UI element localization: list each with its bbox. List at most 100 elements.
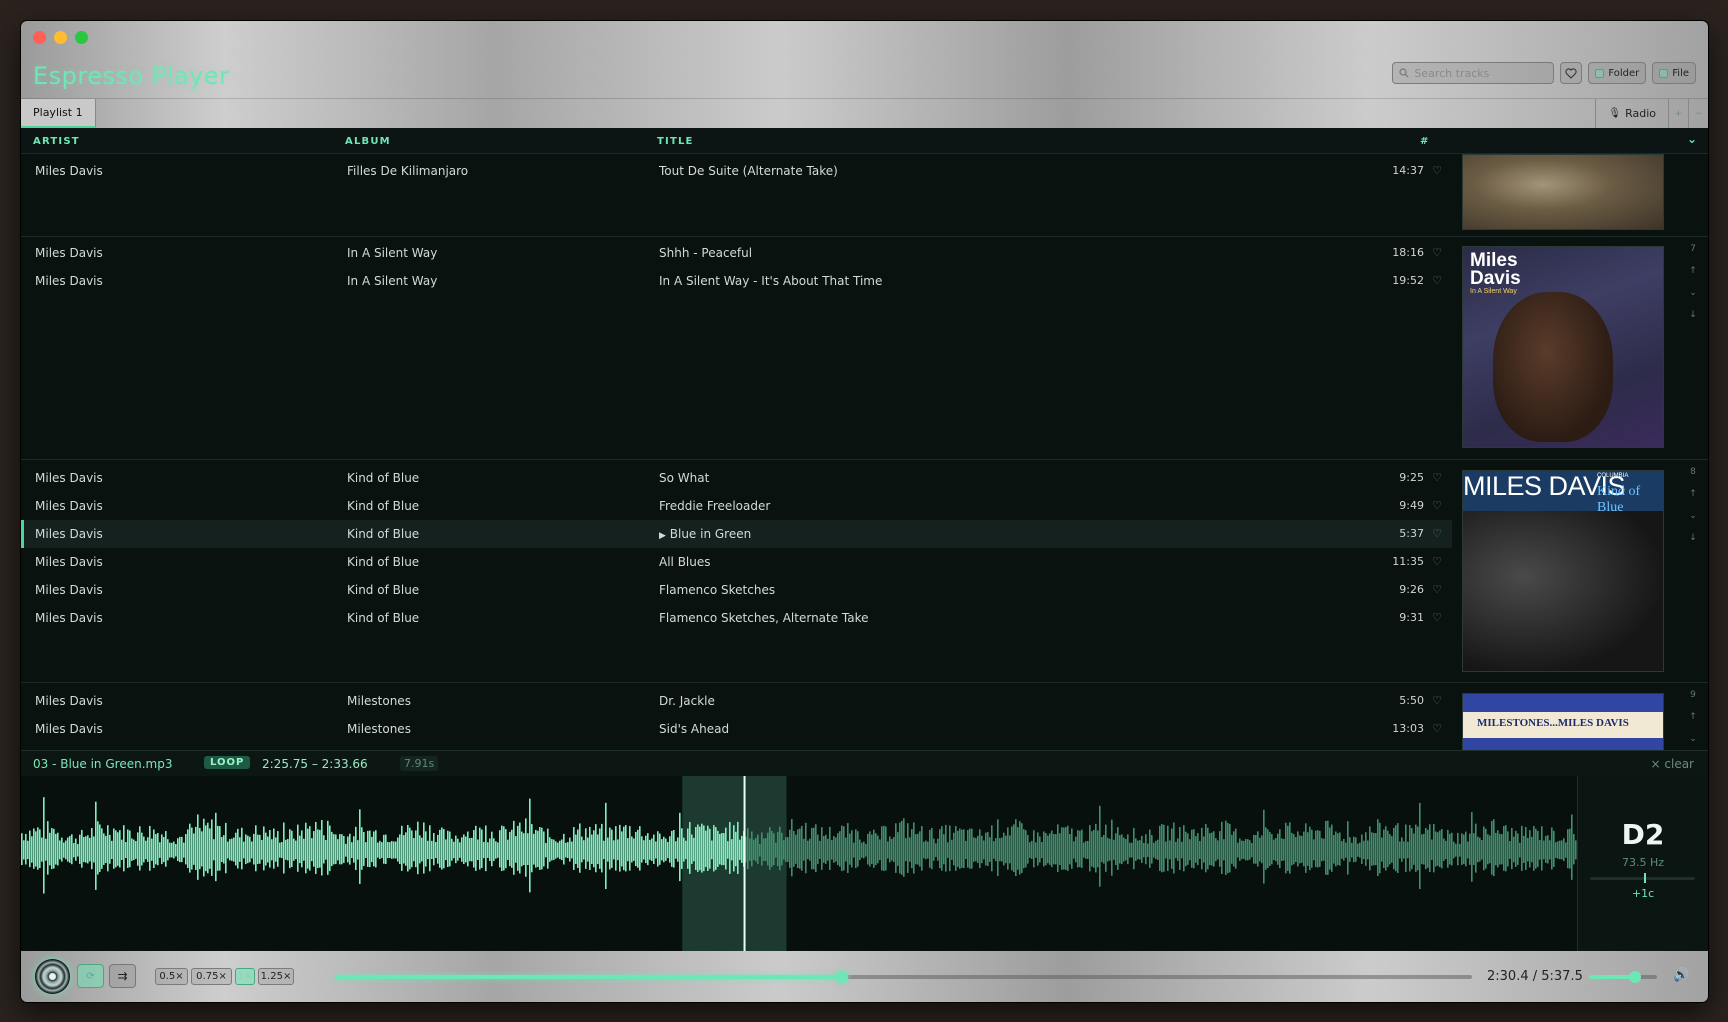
clear-loop-button[interactable]: × clear [1651, 757, 1694, 771]
track-row-playing[interactable]: Miles Davis Kind of Blue ▶ Blue in Green… [21, 520, 1452, 548]
collapse-icon[interactable]: ⌄ [1685, 282, 1701, 304]
column-album[interactable]: ALBUM [345, 136, 391, 147]
zoom-window-button[interactable] [75, 31, 88, 44]
tab-radio[interactable]: 🎙 Radio [1595, 99, 1668, 128]
heart-icon[interactable]: ♡ [1432, 723, 1442, 734]
track-artist: Miles Davis [35, 555, 103, 569]
album-group: Miles Davis Filles De Kilimanjaro Tout D… [21, 154, 1708, 237]
track-list: Miles Davis Filles De Kilimanjaro Tout D… [21, 154, 1708, 750]
seek-bar-fill [335, 975, 843, 979]
play-pause-disc-button[interactable] [35, 959, 70, 994]
heart-icon[interactable]: ♡ [1432, 472, 1442, 483]
move-up-icon[interactable]: ↑ [1685, 706, 1701, 728]
track-row[interactable]: Miles Davis Filles De Kilimanjaro Tout D… [21, 157, 1452, 185]
loop-toggle-button[interactable]: ⟳ [77, 964, 104, 988]
track-artist: Miles Davis [35, 246, 103, 260]
seek-bar-handle[interactable] [836, 971, 849, 983]
track-artist: Miles Davis [35, 611, 103, 625]
close-window-button[interactable] [33, 31, 46, 44]
add-file-label: File [1672, 67, 1689, 79]
collapse-icon[interactable]: ⌄ [1685, 505, 1701, 527]
heart-icon[interactable]: ♡ [1432, 612, 1442, 623]
track-row[interactable]: Miles Davis Milestones Dr. Jackle 5:50 ♡ [21, 687, 1452, 715]
track-row[interactable]: Miles Davis Kind of Blue So What 9:25 ♡ [21, 464, 1452, 492]
track-row[interactable]: Miles Davis Milestones Sid's Ahead 13:03… [21, 715, 1452, 743]
track-row[interactable]: Miles Davis In A Silent Way Shhh - Peace… [21, 239, 1452, 267]
track-artist: Miles Davis [35, 722, 103, 736]
tab-playlist-1[interactable]: Playlist 1 [21, 99, 96, 128]
track-title: Sid's Ahead [659, 722, 730, 736]
shuffle-button[interactable]: ⇉ [109, 964, 136, 988]
track-title: Freddie Freeloader [659, 499, 771, 513]
speaker-icon[interactable]: 🔊 [1673, 968, 1689, 983]
album-group: Miles Davis In A Silent Way Shhh - Peace… [21, 238, 1708, 460]
playhead[interactable] [743, 776, 746, 951]
heart-icon[interactable]: ♡ [1432, 528, 1442, 539]
add-file-button[interactable]: File [1652, 62, 1696, 84]
volume-slider[interactable] [1589, 971, 1657, 983]
track-duration: 5:37 [1399, 527, 1424, 540]
track-row[interactable]: Miles Davis Kind of Blue Flamenco Sketch… [21, 576, 1452, 604]
track-duration: 9:26 [1399, 583, 1424, 596]
column-number[interactable]: # [1420, 136, 1430, 147]
tab-right-group: 🎙 Radio + − [1595, 99, 1708, 128]
collapse-icon[interactable]: ⌄ [1685, 728, 1701, 750]
column-artist[interactable]: ARTIST [33, 136, 80, 147]
group-index: 8 [1690, 467, 1696, 477]
track-album: Kind of Blue [347, 611, 420, 625]
track-duration: 18:16 [1392, 246, 1424, 259]
track-album: Milestones [347, 722, 411, 736]
album-art-in-a-silent-way[interactable]: Miles Davis In A Silent Way [1462, 246, 1664, 448]
group-index: 9 [1690, 690, 1696, 700]
speed-button[interactable]: 1× [235, 968, 255, 985]
column-title[interactable]: TITLE [657, 136, 694, 147]
search-icon [1399, 68, 1409, 78]
track-duration: 13:03 [1392, 722, 1424, 735]
track-row[interactable]: Miles Davis Kind of Blue Freddie Freeloa… [21, 492, 1452, 520]
speed-button[interactable]: 1.25× [258, 968, 294, 985]
seek-bar[interactable] [335, 971, 1472, 983]
search-box[interactable] [1392, 62, 1555, 84]
tuner-note: D2 [1621, 818, 1665, 851]
speed-button[interactable]: 0.75× [191, 968, 232, 985]
move-up-icon[interactable]: ↑ [1685, 483, 1701, 505]
waveform-canvas[interactable] [21, 776, 1577, 951]
track-row[interactable]: Miles Davis Kind of Blue All Blues 11:35… [21, 548, 1452, 576]
loop-badge[interactable]: LOOP [204, 756, 251, 769]
heart-icon[interactable]: ♡ [1432, 165, 1442, 176]
heart-icon[interactable]: ♡ [1432, 275, 1442, 286]
heart-icon[interactable]: ♡ [1432, 247, 1442, 258]
waveform[interactable] [21, 776, 1577, 951]
heart-icon[interactable]: ♡ [1432, 556, 1442, 567]
tuner-cents: +1c [1631, 887, 1655, 900]
album-art-title: Kind of Blue [1597, 484, 1641, 515]
waveform-bars [21, 797, 1577, 894]
track-row[interactable]: Miles Davis Kind of Blue Flamenco Sketch… [21, 604, 1452, 632]
move-up-icon[interactable]: ↑ [1685, 260, 1701, 282]
album-art-filles[interactable] [1462, 154, 1664, 230]
favorites-button[interactable] [1560, 62, 1583, 84]
now-playing-file: 03 - Blue in Green.mp3 [33, 757, 173, 771]
heart-icon[interactable]: ♡ [1432, 695, 1442, 706]
heart-icon[interactable]: ♡ [1432, 500, 1442, 511]
track-row[interactable]: Miles Davis In A Silent Way In A Silent … [21, 267, 1452, 295]
search-input[interactable] [1414, 66, 1550, 80]
play-indicator-icon: ▶ [659, 531, 666, 541]
track-album: Kind of Blue [347, 555, 420, 569]
chevron-down-icon[interactable]: ⌄ [1687, 132, 1698, 146]
volume-handle[interactable] [1629, 971, 1642, 983]
move-down-icon[interactable]: ↓ [1685, 527, 1701, 549]
heart-icon[interactable]: ♡ [1432, 584, 1442, 595]
group-index: 7 [1690, 244, 1696, 254]
speed-button[interactable]: 0.5× [155, 968, 188, 985]
tab-menu-button[interactable]: − [1688, 99, 1708, 128]
minimize-window-button[interactable] [54, 31, 67, 44]
track-album: Milestones [347, 694, 411, 708]
add-folder-button[interactable]: Folder [1588, 62, 1647, 84]
track-title: Shhh - Peaceful [659, 246, 753, 260]
move-down-icon[interactable]: ↓ [1685, 304, 1701, 326]
add-tab-button[interactable]: + [1668, 99, 1688, 128]
album-art-milestones[interactable]: MILESTONES...MILES DAVIS [1462, 693, 1664, 750]
album-art-kind-of-blue[interactable]: MILES DAVIS COLUMBIA Kind of Blue [1462, 470, 1664, 672]
track-title: Flamenco Sketches, Alternate Take [659, 611, 869, 625]
